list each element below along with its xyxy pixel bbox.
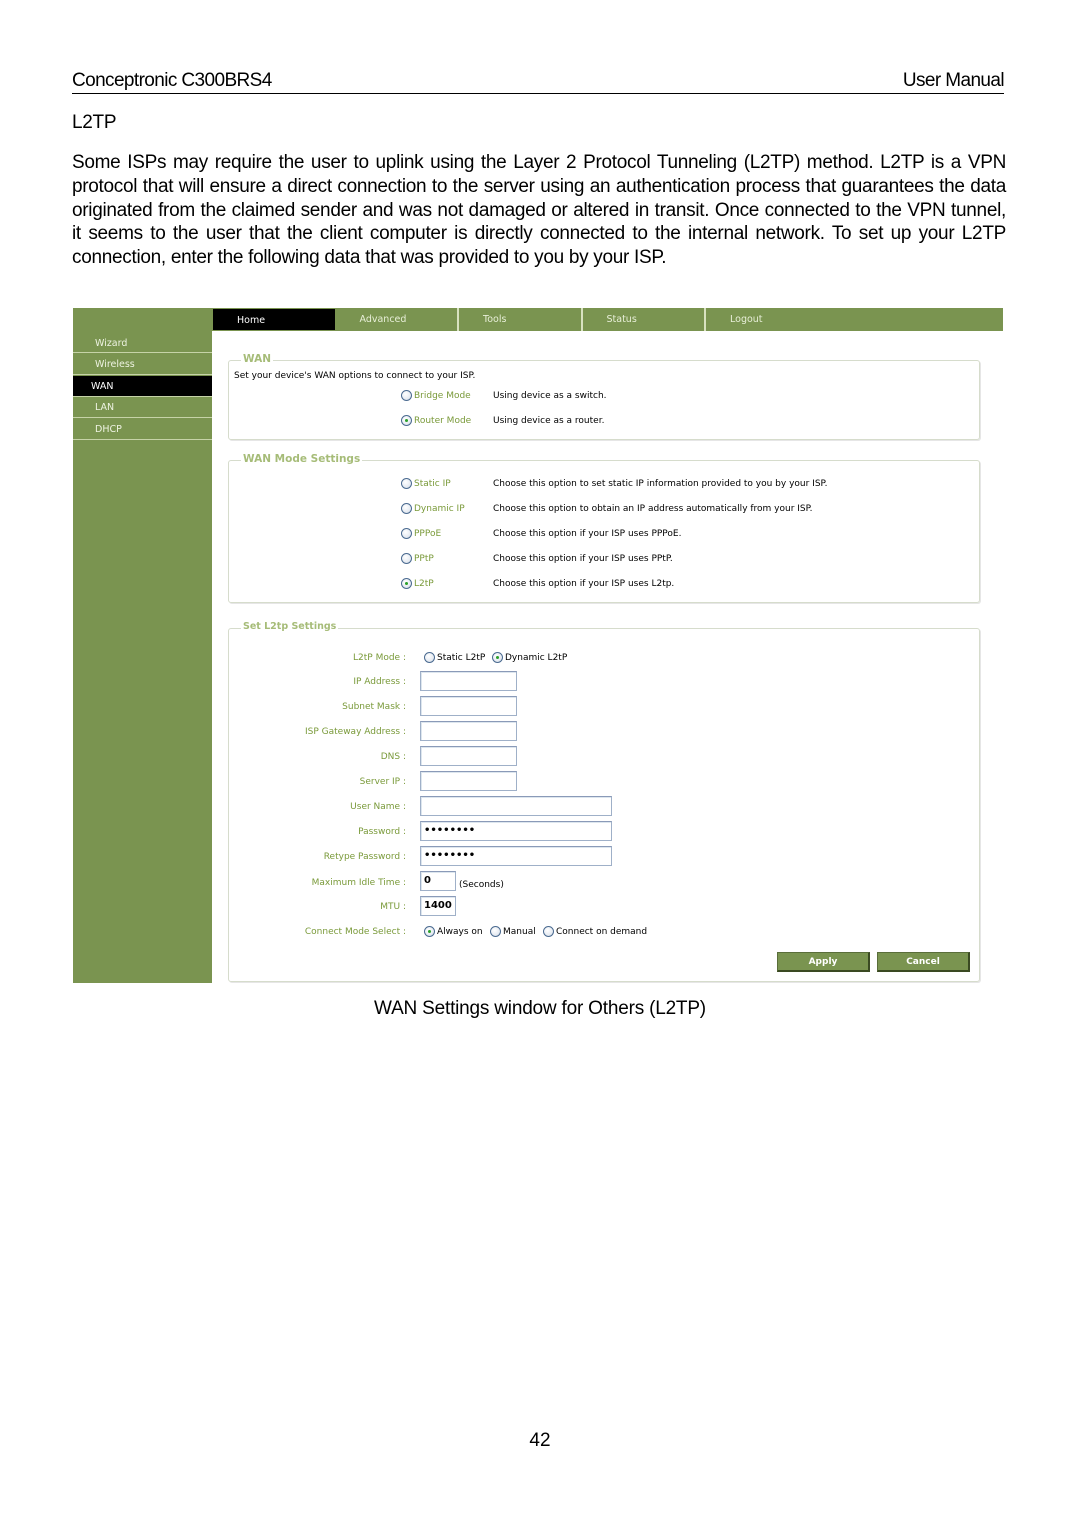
user-name-label: User Name : <box>350 802 406 812</box>
tab-tools[interactable]: Tools <box>459 308 583 331</box>
server-ip-input[interactable] <box>420 771 517 791</box>
figure-caption: WAN Settings window for Others (L2TP) <box>374 998 706 1019</box>
connect-on-demand-radio[interactable] <box>543 926 554 937</box>
static-ip-option[interactable]: Static IP <box>401 478 451 489</box>
static-l2tp-option[interactable]: Static L2tP <box>424 652 485 663</box>
ip-address-input[interactable] <box>420 671 517 691</box>
dynamic-ip-option[interactable]: Dynamic IP <box>401 503 465 514</box>
subnet-mask-label: Subnet Mask : <box>342 702 406 712</box>
wan-mode-fieldset: WAN Mode Settings Static IP Choose this … <box>228 453 980 603</box>
max-idle-time-input[interactable]: 0 <box>420 871 456 891</box>
pppoe-radio[interactable] <box>401 528 412 539</box>
pptp-option[interactable]: PPtP <box>401 553 434 564</box>
apply-button[interactable]: Apply <box>777 952 870 972</box>
document-header: Conceptronic C300BRS4 User Manual <box>72 70 1005 94</box>
sidebar-item-dhcp[interactable]: DHCP <box>73 419 212 440</box>
retype-password-label: Retype Password : <box>323 852 406 862</box>
router-mode-description: Using device as a router. <box>493 416 605 426</box>
page-number: 42 <box>529 1430 551 1451</box>
wan-fieldset: WAN Set your device's WAN options to con… <box>228 353 980 440</box>
router-mode-radio[interactable] <box>401 415 412 426</box>
connect-mode-label: Connect Mode Select : <box>304 927 406 937</box>
user-name-input[interactable] <box>420 796 612 816</box>
always-on-option[interactable]: Always on <box>424 926 483 937</box>
sidebar-item-wizard[interactable]: Wizard <box>73 331 212 353</box>
dynamic-l2tp-option[interactable]: Dynamic L2tP <box>492 652 567 663</box>
pppoe-description: Choose this option if your ISP uses PPPo… <box>493 529 682 539</box>
mtu-input[interactable]: 1400 <box>420 896 456 916</box>
ip-address-label: IP Address : <box>353 677 406 687</box>
subnet-mask-input[interactable] <box>420 696 517 716</box>
l2tp-description: Choose this option if your ISP uses L2tp… <box>493 579 675 589</box>
top-navigation: Home Advanced Tools Status Logout <box>212 308 1003 331</box>
tab-advanced[interactable]: Advanced <box>336 308 459 331</box>
l2tp-radio[interactable] <box>401 578 412 589</box>
connect-on-demand-option[interactable]: Connect on demand <box>543 926 647 937</box>
manual-radio[interactable] <box>490 926 501 937</box>
pptp-radio[interactable] <box>401 553 412 564</box>
l2tp-mode-label: L2tP Mode : <box>353 653 406 663</box>
static-ip-radio[interactable] <box>401 478 412 489</box>
sidebar-item-lan[interactable]: LAN <box>73 397 212 418</box>
manual-label: User Manual <box>902 70 1005 91</box>
cancel-button[interactable]: Cancel <box>877 952 970 972</box>
server-ip-label: Server IP : <box>359 777 406 787</box>
max-idle-time-label: Maximum Idle Time : <box>311 878 406 888</box>
tab-home[interactable]: Home <box>212 308 336 331</box>
isp-gateway-input[interactable] <box>420 721 517 741</box>
router-ui-screenshot: Wizard Wireless WAN LAN DHCP Home Advanc… <box>73 308 1003 983</box>
tab-logout[interactable]: Logout <box>706 308 830 331</box>
section-title: L2TP <box>72 112 117 133</box>
l2tp-settings-legend: Set L2tp Settings <box>241 621 339 632</box>
dns-input[interactable] <box>420 746 517 766</box>
retype-password-input[interactable]: •••••••• <box>420 846 612 866</box>
isp-gateway-label: ISP Gateway Address : <box>304 727 406 737</box>
always-on-radio[interactable] <box>424 926 435 937</box>
l2tp-settings-fieldset: Set L2tp Settings L2tP Mode : Static L2t… <box>228 621 980 982</box>
password-label: Password : <box>358 827 406 837</box>
manual-option[interactable]: Manual <box>490 926 536 937</box>
dynamic-l2tp-radio[interactable] <box>492 652 503 663</box>
static-l2tp-radio[interactable] <box>424 652 435 663</box>
sidebar-item-wan[interactable]: WAN <box>73 376 212 397</box>
tab-status[interactable]: Status <box>583 308 706 331</box>
dynamic-ip-radio[interactable] <box>401 503 412 514</box>
dynamic-ip-description: Choose this option to obtain an IP addre… <box>493 504 813 514</box>
mtu-label: MTU : <box>380 902 406 912</box>
pppoe-option[interactable]: PPPoE <box>401 528 441 539</box>
bridge-mode-radio[interactable] <box>401 390 412 401</box>
static-ip-description: Choose this option to set static IP info… <box>493 479 828 489</box>
intro-paragraph: Some ISPs may require the user to uplink… <box>72 152 1006 269</box>
wan-legend: WAN <box>241 353 274 365</box>
wan-description: Set your device's WAN options to connect… <box>234 371 476 381</box>
wan-mode-legend: WAN Mode Settings <box>241 453 363 465</box>
bridge-mode-option[interactable]: Bridge Mode <box>401 390 471 401</box>
password-input[interactable]: •••••••• <box>420 821 612 841</box>
l2tp-option[interactable]: L2tP <box>401 578 434 589</box>
max-idle-time-unit: (Seconds) <box>459 880 504 890</box>
dns-label: DNS : <box>380 752 406 762</box>
sidebar: Wizard Wireless WAN LAN DHCP <box>73 308 212 983</box>
pptp-description: Choose this option if your ISP uses PPtP… <box>493 554 673 564</box>
sidebar-item-wireless[interactable]: Wireless <box>73 354 212 375</box>
product-name: Conceptronic C300BRS4 <box>72 70 272 91</box>
bridge-mode-description: Using device as a switch. <box>493 391 607 401</box>
router-mode-option[interactable]: Router Mode <box>401 415 471 426</box>
